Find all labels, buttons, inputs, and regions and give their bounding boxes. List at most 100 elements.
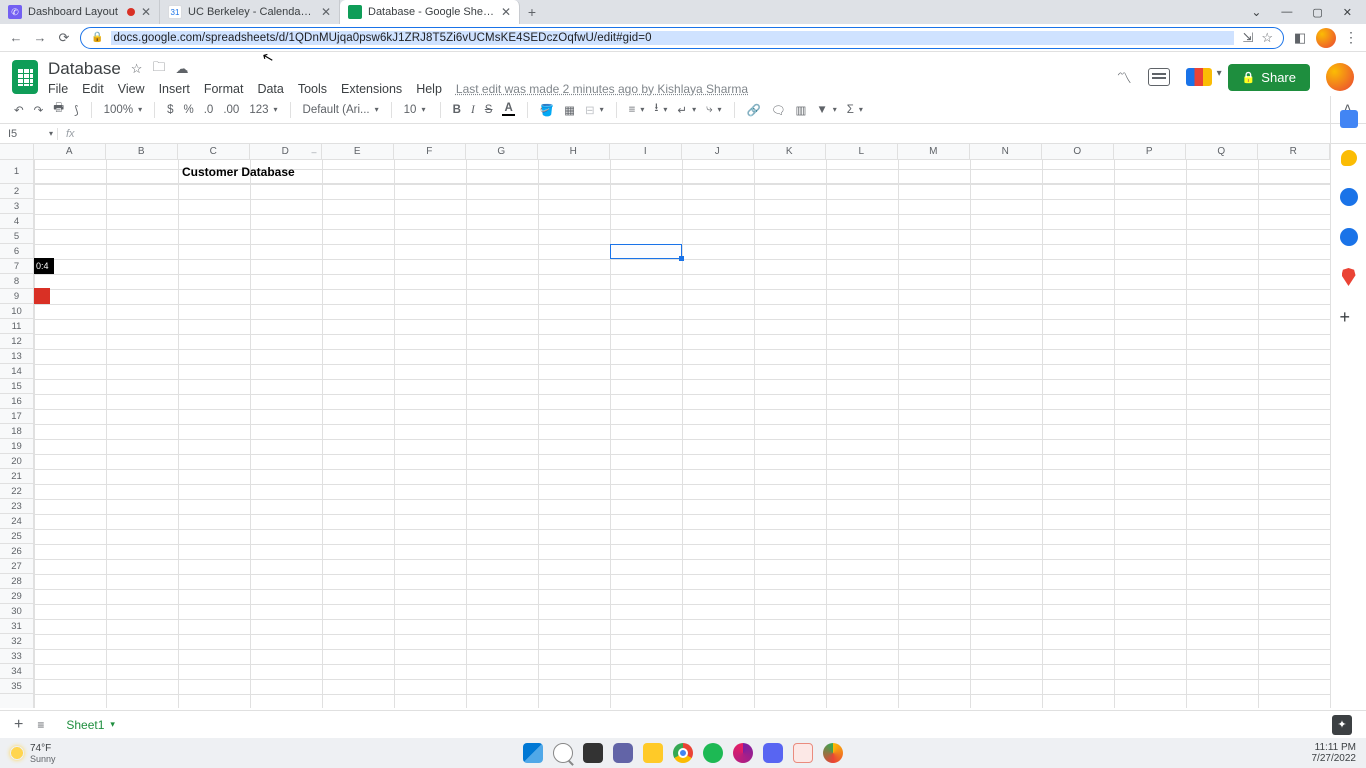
chrome-canary-icon[interactable] <box>823 743 843 763</box>
col-header-f[interactable]: F <box>394 144 466 159</box>
maps-icon[interactable] <box>1342 268 1356 286</box>
number-format[interactable]: 123 <box>249 104 277 116</box>
row-header-11[interactable]: 11 <box>0 319 33 334</box>
menu-insert[interactable]: Insert <box>159 82 190 96</box>
fill-color-icon[interactable]: 🪣 <box>540 103 554 117</box>
cells-area[interactable]: Customer Database 0:4 <box>34 160 1330 708</box>
row-header-16[interactable]: 16 <box>0 394 33 409</box>
row-header-10[interactable]: 10 <box>0 304 33 319</box>
menu-format[interactable]: Format <box>204 82 244 96</box>
col-header-g[interactable]: G <box>466 144 538 159</box>
row-header-3[interactable]: 3 <box>0 199 33 214</box>
spotify-icon[interactable] <box>703 743 723 763</box>
col-header-h[interactable]: H <box>538 144 610 159</box>
row-header-14[interactable]: 14 <box>0 364 33 379</box>
doc-title[interactable]: Database <box>48 59 121 79</box>
explore-button[interactable] <box>1332 715 1352 735</box>
select-all-corner[interactable] <box>0 144 34 160</box>
row-header-4[interactable]: 4 <box>0 214 33 229</box>
addons-icon[interactable]: + <box>1340 308 1358 326</box>
star-icon[interactable]: ☆ <box>1261 30 1273 46</box>
row-header-2[interactable]: 2 <box>0 184 33 199</box>
column-headers[interactable]: ABCDEFGHIJKLMNOPQR <box>34 144 1330 160</box>
chat-icon[interactable] <box>613 743 633 763</box>
star-icon[interactable]: ☆ <box>131 61 143 77</box>
text-color-button[interactable]: A <box>502 103 514 117</box>
menu-help[interactable]: Help <box>416 82 442 96</box>
percent-icon[interactable]: % <box>183 104 193 116</box>
new-tab-button[interactable]: + <box>520 0 544 24</box>
spreadsheet-grid[interactable]: ABCDEFGHIJKLMNOPQR 123456789101112131415… <box>0 144 1330 708</box>
strike-button[interactable]: S <box>485 104 493 116</box>
menu-extensions[interactable]: Extensions <box>341 82 402 96</box>
decimal-increase[interactable]: .00 <box>223 104 239 116</box>
tab-calendar[interactable]: 31 UC Berkeley - Calendar - Week o ✕ <box>160 0 340 24</box>
close-window-icon[interactable]: ✕ <box>1343 6 1352 19</box>
row-header-23[interactable]: 23 <box>0 499 33 514</box>
row-header-29[interactable]: 29 <box>0 589 33 604</box>
col-header-m[interactable]: M <box>898 144 970 159</box>
row-header-27[interactable]: 27 <box>0 559 33 574</box>
row-header-24[interactable]: 24 <box>0 514 33 529</box>
row-header-34[interactable]: 34 <box>0 664 33 679</box>
row-header-17[interactable]: 17 <box>0 409 33 424</box>
tasks-icon[interactable] <box>1340 188 1358 206</box>
reload-icon[interactable]: ⟳ <box>56 30 72 46</box>
comments-icon[interactable] <box>1148 68 1170 86</box>
row-header-21[interactable]: 21 <box>0 469 33 484</box>
keep-icon[interactable] <box>1341 150 1357 166</box>
install-icon[interactable]: ⇲ <box>1242 30 1253 46</box>
cell-c1[interactable]: Customer Database <box>182 165 295 179</box>
col-header-o[interactable]: O <box>1042 144 1114 159</box>
meet-icon[interactable] <box>1186 68 1212 86</box>
row-header-8[interactable]: 8 <box>0 274 33 289</box>
zoom-select[interactable]: 100% <box>104 104 142 116</box>
borders-icon[interactable]: ▦ <box>564 103 575 117</box>
row-header-30[interactable]: 30 <box>0 604 33 619</box>
col-header-n[interactable]: N <box>970 144 1042 159</box>
explorer-icon[interactable] <box>643 743 663 763</box>
back-icon[interactable]: ← <box>8 30 24 45</box>
col-header-c[interactable]: C <box>178 144 250 159</box>
last-edit[interactable]: Last edit was made 2 minutes ago by Kish… <box>456 82 748 96</box>
activity-icon[interactable]: 〽 <box>1117 67 1132 88</box>
taskview-icon[interactable] <box>583 743 603 763</box>
forward-icon[interactable]: → <box>32 30 48 45</box>
row-header-9[interactable]: 9 <box>0 289 33 304</box>
row-header-35[interactable]: 35 <box>0 679 33 694</box>
col-header-d[interactable]: D <box>250 144 322 159</box>
system-tray[interactable]: 11:11 PM 7/27/2022 <box>1312 742 1357 764</box>
row-header-19[interactable]: 19 <box>0 439 33 454</box>
sheets-logo-icon[interactable] <box>12 60 38 94</box>
row-header-25[interactable]: 25 <box>0 529 33 544</box>
col-header-i[interactable]: I <box>610 144 682 159</box>
menu-view[interactable]: View <box>118 82 145 96</box>
row-header-7[interactable]: 7 <box>0 259 33 274</box>
col-header-p[interactable]: P <box>1114 144 1186 159</box>
col-header-q[interactable]: Q <box>1186 144 1258 159</box>
print-icon[interactable]: 🖶 <box>53 100 64 119</box>
row-header-28[interactable]: 28 <box>0 574 33 589</box>
row-header-32[interactable]: 32 <box>0 634 33 649</box>
functions-icon[interactable]: Σ <box>847 104 863 116</box>
close-icon[interactable]: ✕ <box>141 5 151 19</box>
address-bar[interactable]: 🔒 docs.google.com/spreadsheets/d/1QDnMUj… <box>80 27 1284 49</box>
row-header-20[interactable]: 20 <box>0 454 33 469</box>
link-icon[interactable]: 🔗 <box>747 103 761 117</box>
row-header-5[interactable]: 5 <box>0 229 33 244</box>
sheet-tab-sheet1[interactable]: Sheet1 <box>58 714 123 736</box>
col-header-b[interactable]: B <box>106 144 178 159</box>
row-header-1[interactable]: 1 <box>0 160 33 184</box>
chart-icon[interactable]: ▥ <box>795 103 806 117</box>
row-header-18[interactable]: 18 <box>0 424 33 439</box>
row-header-13[interactable]: 13 <box>0 349 33 364</box>
col-header-l[interactable]: L <box>826 144 898 159</box>
row-header-33[interactable]: 33 <box>0 649 33 664</box>
col-header-j[interactable]: J <box>682 144 754 159</box>
minimize-icon[interactable]: — <box>1281 6 1292 18</box>
col-header-k[interactable]: K <box>754 144 826 159</box>
profile-avatar[interactable] <box>1316 28 1336 48</box>
row-header-31[interactable]: 31 <box>0 619 33 634</box>
paint-format-icon[interactable]: ⟆ <box>74 103 79 117</box>
close-icon[interactable]: ✕ <box>501 5 511 19</box>
